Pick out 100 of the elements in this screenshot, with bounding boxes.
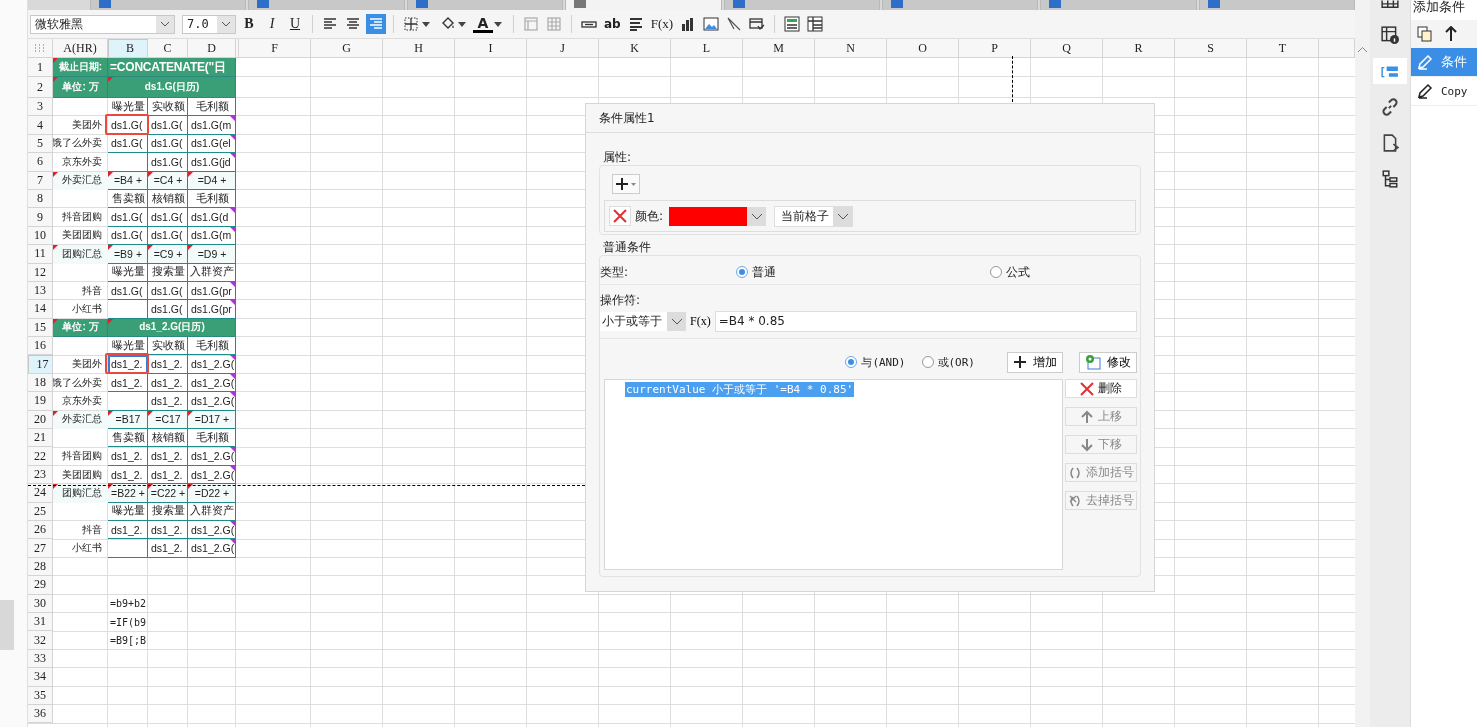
size-select[interactable]: 7.0 [182, 14, 236, 34]
text-button[interactable]: ab [602, 14, 623, 34]
row-header[interactable]: 21 [28, 429, 53, 448]
row-header[interactable]: 16 [28, 337, 53, 356]
column-header[interactable]: N [815, 39, 887, 58]
column-header[interactable]: B [108, 39, 148, 58]
column-header[interactable]: L [671, 39, 743, 58]
add-attribute-button[interactable] [612, 174, 640, 194]
column-header[interactable]: T [1247, 39, 1319, 58]
column-header[interactable]: J [527, 39, 599, 58]
row-header[interactable]: 6 [28, 153, 53, 172]
table-cell: ds1.G( [151, 155, 183, 168]
row-header[interactable]: 29 [28, 576, 53, 595]
table-cell: 曝光量 [111, 338, 145, 353]
cell-frame-button[interactable] [521, 14, 541, 34]
table-cell: =C17 [155, 413, 181, 426]
caret-icon[interactable] [422, 21, 430, 27]
column-header[interactable]: O [887, 39, 959, 58]
image-icon [703, 16, 720, 32]
formula-button[interactable]: F(x) [648, 14, 676, 34]
radio-button[interactable] [736, 266, 748, 278]
row-header[interactable]: 2 [28, 77, 53, 98]
row-header[interactable]: 14 [28, 300, 53, 319]
scrollbar[interactable] [1355, 0, 1370, 727]
table-cell: ds1_2. [111, 376, 143, 389]
condition-item[interactable]: Copy [1411, 77, 1477, 106]
row-header[interactable]: 34 [28, 668, 53, 687]
scroll-up-icon[interactable] [1357, 46, 1368, 53]
document-icon [257, 0, 270, 8]
header-text: 单位: 万 [62, 80, 99, 94]
table-cell: 曝光量 [111, 265, 145, 280]
row-header[interactable]: 19 [28, 392, 53, 411]
column-header[interactable]: C [148, 39, 188, 58]
column-header[interactable]: K [599, 39, 671, 58]
row-header[interactable]: 4 [28, 116, 53, 135]
table-cell: ds1.G( [151, 229, 183, 242]
row-header[interactable]: 3 [28, 98, 53, 117]
radio-button[interactable] [990, 266, 1002, 278]
column-header[interactable]: S [1175, 39, 1247, 58]
caret-icon[interactable] [458, 21, 466, 27]
row-header[interactable]: 24 [28, 484, 53, 503]
column-header[interactable]: P [959, 39, 1031, 58]
add-button[interactable]: 增加 [1007, 351, 1063, 373]
table-cell: ds1.G( [111, 284, 143, 297]
table-cell: ds1.G( [151, 303, 183, 315]
bold-button[interactable]: B [239, 14, 259, 34]
formula-field[interactable]: =B4 * 0.85 [714, 310, 1137, 332]
radio-label[interactable]: 与(AND) [861, 354, 906, 370]
scope-select[interactable]: 当前格子 [774, 205, 854, 227]
condition-button[interactable] [1373, 58, 1407, 84]
italic-button[interactable]: I [262, 14, 282, 34]
column-header[interactable]: F [239, 39, 311, 58]
delete-button[interactable]: 删除 [1065, 379, 1137, 398]
table-cell: 小红书 [72, 303, 102, 316]
caret-icon [836, 212, 849, 220]
radio-button[interactable] [921, 356, 934, 368]
column-header[interactable]: D [188, 39, 236, 58]
row-header[interactable]: 22 [28, 447, 53, 466]
column-header[interactable]: R [1103, 39, 1175, 58]
modify-button[interactable]: 修改 [1079, 351, 1137, 373]
operator-select[interactable]: 小于或等于 [600, 311, 686, 331]
table-cell: =B9 + [114, 247, 142, 260]
radio-button[interactable] [845, 356, 858, 368]
remove-button[interactable] [609, 206, 631, 226]
radio-label[interactable]: 公式 [1006, 263, 1030, 281]
font-color-button[interactable]: A [473, 15, 493, 33]
table-button[interactable] [805, 14, 826, 34]
column-header[interactable]: I [455, 39, 527, 58]
column-header[interactable]: G [311, 39, 383, 58]
move-up-icon[interactable] [1445, 26, 1457, 42]
radio-label[interactable]: 普通 [752, 263, 776, 281]
panel-button[interactable] [782, 14, 803, 34]
column-header[interactable]: H [383, 39, 455, 58]
scroll-thumb[interactable] [0, 600, 14, 650]
row-header[interactable]: 9 [28, 208, 53, 227]
column-header[interactable]: A(HR) [53, 39, 108, 58]
color-select[interactable] [669, 206, 767, 226]
radio-label[interactable]: 或(OR) [937, 354, 975, 370]
table-cell: 曝光量 [111, 504, 145, 519]
table-cell: ds1_2. [151, 542, 183, 555]
column-header[interactable]: Q [1031, 39, 1103, 58]
row-header[interactable]: 32 [28, 631, 53, 650]
table-cell: ds1.G( [111, 137, 143, 150]
arrow-up-icon [1080, 409, 1094, 424]
align-right-button[interactable] [366, 14, 386, 34]
formula-button[interactable]: F(x) [688, 313, 713, 329]
borders-button[interactable] [401, 14, 421, 34]
row-header[interactable]: 11 [28, 245, 53, 264]
copy-icon[interactable] [1417, 26, 1433, 42]
row-header[interactable]: 17 [28, 355, 53, 375]
highlight-frame [105, 353, 149, 374]
row-header[interactable]: 1 [28, 58, 53, 77]
row-header[interactable]: 27 [28, 539, 53, 558]
font-select[interactable]: 微软雅黑 [30, 14, 175, 34]
grid-icon [1381, 0, 1399, 10]
table-cell: ds1.G(jd [191, 155, 231, 168]
column-header[interactable]: M [743, 39, 815, 58]
caret-icon[interactable] [494, 21, 502, 27]
table-cell: 京东外卖 [62, 155, 102, 169]
underline-button[interactable]: U [285, 14, 305, 34]
